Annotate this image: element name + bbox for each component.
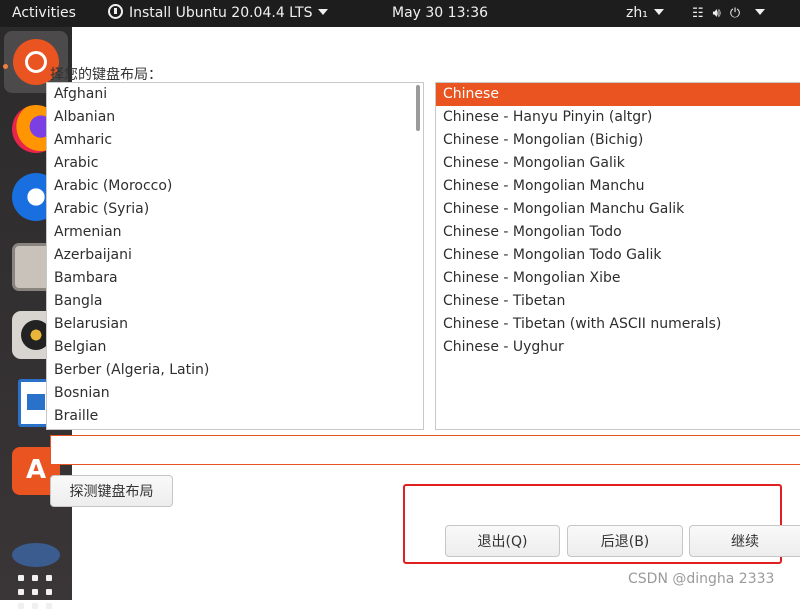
layout-list-item[interactable]: Berber (Algeria, Latin): [47, 359, 423, 382]
help-icon[interactable]: [12, 543, 60, 567]
clock[interactable]: May 30 13:36: [392, 0, 488, 27]
variant-list-item[interactable]: Chinese - Mongolian Manchu Galik: [436, 198, 800, 221]
variant-list-item[interactable]: Chinese - Mongolian Manchu: [436, 175, 800, 198]
keyboard-test-input[interactable]: [50, 435, 800, 465]
layout-list-item[interactable]: Arabic: [47, 152, 423, 175]
layout-list-item[interactable]: Albanian: [47, 106, 423, 129]
variant-list-item[interactable]: Chinese - Tibetan: [436, 290, 800, 313]
power-icon: ⏻: [729, 6, 741, 21]
detect-keyboard-layout-button[interactable]: 探测键盘布局: [50, 475, 173, 507]
installer-icon: [108, 4, 123, 19]
continue-button[interactable]: 继续: [689, 525, 800, 557]
variant-list-item[interactable]: Chinese - Mongolian Xibe: [436, 267, 800, 290]
layout-list-item[interactable]: Bambara: [47, 267, 423, 290]
top-bar: Activities Install Ubuntu 20.04.4 LTS Ma…: [0, 0, 800, 27]
layout-list-item[interactable]: Belarusian: [47, 313, 423, 336]
variant-list-item[interactable]: Chinese - Mongolian Galik: [436, 152, 800, 175]
keyboard-layout-prompt: 择您的键盘布局：: [50, 67, 162, 83]
variant-list-item[interactable]: Chinese - Tibetan (with ASCII numerals): [436, 313, 800, 336]
variant-list-item[interactable]: Chinese - Hanyu Pinyin (altgr): [436, 106, 800, 129]
chevron-down-icon: [653, 9, 664, 15]
app-menu-label: Install Ubuntu 20.04.4 LTS: [129, 5, 313, 21]
app-menu[interactable]: Install Ubuntu 20.04.4 LTS: [108, 0, 329, 27]
variant-list[interactable]: Chinese Chinese - Hanyu Pinyin (altgr) Chi…: [435, 82, 800, 430]
variant-list-item[interactable]: Chinese - Mongolian Todo: [436, 221, 800, 244]
scrollbar[interactable]: [416, 85, 420, 131]
apps-grid-icon[interactable]: [18, 575, 54, 611]
layout-list-item[interactable]: Arabic (Morocco): [47, 175, 423, 198]
running-indicator: [3, 64, 8, 69]
network-icon: ☷: [692, 6, 704, 21]
layout-list-item[interactable]: Bangla: [47, 290, 423, 313]
language-label: zh₁: [626, 5, 648, 21]
activities-button[interactable]: Activities: [12, 0, 76, 27]
layout-list-item[interactable]: Armenian: [47, 221, 423, 244]
language-indicator[interactable]: zh₁: [626, 0, 664, 27]
layout-list-item[interactable]: Afghani: [47, 83, 423, 106]
layout-list-item[interactable]: Azerbaijani: [47, 244, 423, 267]
variant-list-item[interactable]: Chinese - Uyghur: [436, 336, 800, 359]
chevron-down-icon: [318, 9, 329, 15]
volume-icon: 🔊︎: [712, 6, 721, 21]
layout-list-item[interactable]: Bosnian: [47, 382, 423, 405]
back-button[interactable]: 后退(B): [567, 525, 683, 557]
layout-list-item[interactable]: Belgian: [47, 336, 423, 359]
layout-list-item[interactable]: Amharic: [47, 129, 423, 152]
variant-list-item[interactable]: Chinese - Mongolian Todo Galik: [436, 244, 800, 267]
variant-list-item[interactable]: Chinese: [436, 83, 800, 106]
variant-list-item[interactable]: Chinese - Mongolian (Bichig): [436, 129, 800, 152]
quit-button[interactable]: 退出(Q): [445, 525, 560, 557]
system-menu[interactable]: ☷ 🔊︎ ⏻: [692, 0, 774, 27]
layout-list[interactable]: Afghani Albanian Amharic Arabic Arabic (Moro…: [46, 82, 424, 430]
layout-list-item[interactable]: Braille: [47, 405, 423, 428]
layout-list-item[interactable]: Arabic (Syria): [47, 198, 423, 221]
watermark: CSDN @dingha 2333: [628, 571, 775, 587]
chevron-down-icon: [755, 9, 766, 15]
